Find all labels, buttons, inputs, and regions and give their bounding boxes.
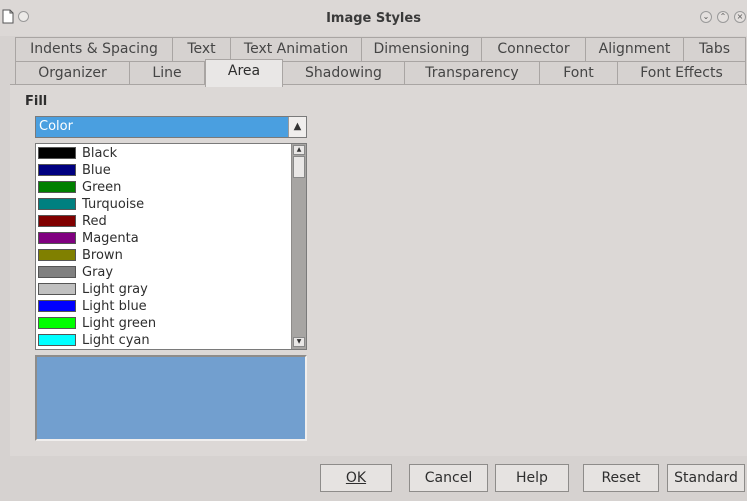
list-item[interactable]: Green (38, 179, 288, 196)
tab-line[interactable]: Line (130, 61, 205, 85)
color-name: Blue (82, 163, 111, 178)
color-name: Light blue (82, 299, 147, 314)
list-item[interactable]: Light green (38, 315, 288, 332)
color-list-scrollbar[interactable]: ▲ ▼ (291, 144, 306, 349)
tab-organizer[interactable]: Organizer (15, 61, 130, 85)
help-button[interactable]: Help (495, 464, 569, 492)
color-name: Light cyan (82, 333, 150, 348)
scroll-down-icon[interactable]: ▼ (293, 337, 305, 347)
tab-row-2: Organizer Line Shadowing Transparency Fo… (15, 61, 747, 85)
tab-connector[interactable]: Connector (482, 37, 586, 61)
color-name: Turquoise (82, 197, 145, 212)
fill-preview (35, 355, 307, 441)
close-icon[interactable]: × (734, 11, 746, 23)
scroll-up-icon[interactable]: ▲ (293, 145, 305, 155)
list-item[interactable]: Light cyan (38, 332, 288, 349)
color-swatch (38, 266, 76, 278)
color-name: Light gray (82, 282, 148, 297)
list-item[interactable]: Red (38, 213, 288, 230)
tab-tabs[interactable]: Tabs (684, 37, 746, 61)
color-name: Black (82, 146, 118, 161)
ok-label: OK (345, 470, 367, 486)
color-swatch (38, 198, 76, 210)
tab-indents-spacing[interactable]: Indents & Spacing (15, 37, 173, 61)
color-swatch (38, 147, 76, 159)
maximize-icon[interactable]: ⌃ (717, 11, 729, 23)
color-swatch (38, 181, 76, 193)
color-name: Red (82, 214, 107, 229)
tab-font-effects[interactable]: Font Effects (618, 61, 746, 85)
color-swatch (38, 232, 76, 244)
color-name: Gray (82, 265, 114, 280)
list-item[interactable]: Light blue (38, 298, 288, 315)
tab-text[interactable]: Text (173, 37, 231, 61)
spin-arrows-icon[interactable]: ▲ (288, 117, 306, 137)
tab-text-animation[interactable]: Text Animation (231, 37, 362, 61)
reset-label: Reset (601, 470, 641, 486)
cancel-label: Cancel (424, 470, 473, 486)
list-item[interactable]: Magenta (38, 230, 288, 247)
tab-alignment[interactable]: Alignment (586, 37, 684, 61)
tab-area[interactable]: Area (205, 59, 283, 87)
tab-font[interactable]: Font (540, 61, 618, 85)
color-name: Green (82, 180, 122, 195)
fill-type-select[interactable]: Color ▲ (35, 116, 307, 138)
minimize-icon[interactable]: ⌄ (700, 11, 712, 23)
fill-heading: Fill (25, 94, 48, 109)
ok-button[interactable]: OK (320, 464, 392, 492)
color-swatch (38, 249, 76, 261)
tab-transparency[interactable]: Transparency (405, 61, 540, 85)
standard-button[interactable]: Standard (667, 464, 745, 492)
color-swatch (38, 334, 76, 346)
list-item[interactable]: Light gray (38, 281, 288, 298)
window-title: Image Styles (326, 11, 421, 26)
color-swatch (38, 215, 76, 227)
color-name: Light green (82, 316, 157, 331)
title-bar: Image Styles ⌄ ⌃ × (0, 0, 747, 36)
list-item[interactable]: Gray (38, 264, 288, 281)
color-swatch (38, 164, 76, 176)
list-item[interactable]: Turquoise (38, 196, 288, 213)
color-name: Magenta (82, 231, 139, 246)
tab-shadowing[interactable]: Shadowing (283, 61, 405, 85)
color-swatch (38, 283, 76, 295)
standard-label: Standard (674, 470, 738, 486)
list-item[interactable]: Brown (38, 247, 288, 264)
fill-type-value: Color (39, 119, 73, 134)
cancel-button[interactable]: Cancel (409, 464, 488, 492)
list-item[interactable]: Black (38, 145, 288, 162)
help-label: Help (516, 470, 548, 486)
color-list[interactable]: Black Blue Green Turquoise Red Magenta B… (35, 143, 307, 350)
list-item[interactable]: Blue (38, 162, 288, 179)
color-swatch (38, 317, 76, 329)
color-swatch (38, 300, 76, 312)
tab-dimensioning[interactable]: Dimensioning (362, 37, 482, 61)
reset-button[interactable]: Reset (583, 464, 659, 492)
color-name: Brown (82, 248, 123, 263)
tab-row-1: Indents & Spacing Text Text Animation Di… (15, 37, 747, 61)
scroll-thumb[interactable] (293, 156, 305, 178)
